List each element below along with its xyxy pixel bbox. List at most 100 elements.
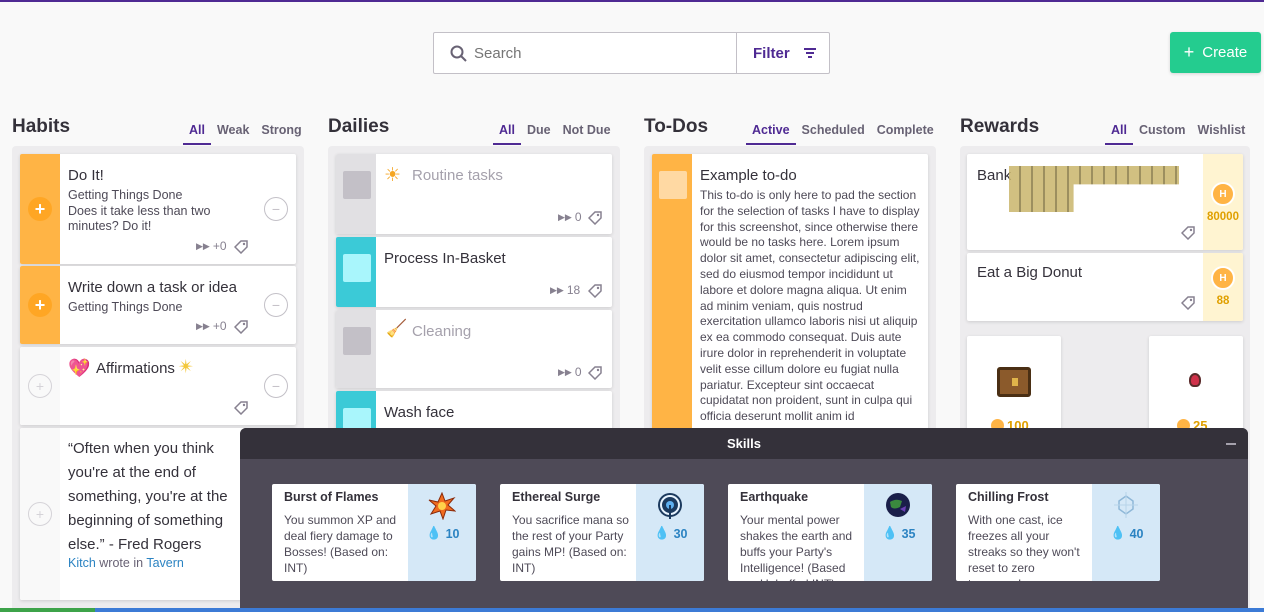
skill-earthquake[interactable]: Earthquake Your mental power shakes the … — [728, 484, 932, 581]
habit-negative-strip: − — [256, 154, 296, 264]
health-potion-icon — [1189, 373, 1201, 387]
skill-ethereal-surge[interactable]: Ethereal Surge You sacrifice mana so the… — [500, 484, 704, 581]
author-link[interactable]: Kitch — [68, 556, 96, 570]
skills-drawer-header[interactable]: Skills — [240, 428, 1248, 459]
tag-icon[interactable] — [588, 211, 602, 225]
habit-do-it[interactable]: + Do It! Getting Things Done Does it tak… — [20, 154, 296, 264]
tag-icon[interactable] — [234, 401, 248, 415]
task-notes: Getting Things Done Does it take less th… — [68, 188, 211, 233]
skill-cast-panel[interactable]: 💧 10 — [408, 484, 476, 581]
tag-icon[interactable] — [234, 240, 248, 254]
minus-button[interactable]: − — [264, 197, 288, 221]
habit-negative-strip: − — [256, 266, 296, 344]
task-title: Eat a Big Donut — [977, 264, 1083, 281]
tab-rewards-all[interactable]: All — [1105, 123, 1133, 145]
tab-habits-strong[interactable]: Strong — [255, 123, 307, 145]
plus-button[interactable]: + — [28, 197, 52, 221]
tavern-link[interactable]: Tavern — [146, 556, 184, 570]
daily-checkbox[interactable] — [343, 171, 371, 199]
filter-button[interactable]: Filter — [736, 32, 830, 74]
tab-rewards-custom[interactable]: Custom — [1133, 123, 1192, 145]
double-chevron-icon: ▶▶ — [558, 366, 572, 377]
habit-counter: ▶▶ +0 — [196, 239, 227, 253]
habit-affirmations[interactable]: + 💖 Affirmations ✴ − — [20, 347, 296, 425]
broom-icon: 🧹 — [386, 319, 408, 338]
reward-buy-button[interactable]: H 80000 — [1203, 154, 1243, 250]
shop-item-chest[interactable]: 100 — [967, 336, 1061, 442]
tab-habits-weak[interactable]: Weak — [211, 123, 255, 145]
shop-item-potion[interactable]: 25 — [1149, 336, 1243, 442]
double-chevron-icon: ▶▶ — [196, 320, 210, 331]
tab-todos-active[interactable]: Active — [746, 123, 796, 145]
plus-button[interactable]: + — [28, 293, 52, 317]
task-title: Bank — [977, 167, 1012, 184]
skill-chilling-frost[interactable]: Chilling Frost With one cast, ice freeze… — [956, 484, 1160, 581]
minimize-icon[interactable] — [1226, 443, 1236, 445]
minus-button[interactable]: − — [264, 374, 288, 398]
tag-icon[interactable] — [1181, 226, 1195, 240]
tag-icon[interactable] — [588, 366, 602, 380]
daily-process-in-basket[interactable]: Process In-Basket ▶▶ 18 — [336, 237, 612, 307]
todo-example[interactable]: Example to-do This to-do is only here to… — [652, 154, 928, 444]
task-title: Do It! — [68, 167, 104, 184]
mana-cost-value: 10 — [445, 526, 460, 541]
mana-drop-icon: 💧 — [1110, 526, 1126, 540]
tag-icon[interactable] — [588, 284, 602, 298]
mana-cost-value: 35 — [901, 526, 916, 541]
daily-cleaning[interactable]: 🧹 Cleaning ▶▶ 0 — [336, 310, 612, 388]
skill-cast-panel[interactable]: 💧 35 — [864, 484, 932, 581]
habit-positive-strip: + — [20, 266, 60, 344]
filter-label: Filter — [753, 44, 790, 62]
tab-dailies-due[interactable]: Due — [521, 123, 557, 145]
gold-coin-icon: H — [1211, 182, 1235, 206]
heart-icon: 💖 — [68, 358, 91, 378]
mana-cost: 💧 30 — [654, 526, 687, 541]
tab-todos-complete[interactable]: Complete — [871, 123, 940, 145]
rewards-header: Rewards All Custom Wishlist — [960, 116, 1250, 146]
search-icon — [450, 45, 467, 62]
daily-status-strip — [336, 310, 376, 388]
task-title: Affirmations — [96, 360, 175, 377]
skill-burst-of-flames[interactable]: Burst of Flames You summon XP and deal f… — [272, 484, 476, 581]
sun-icon: ☀ — [384, 165, 402, 186]
mana-drop-icon: 💧 — [882, 526, 898, 540]
tab-rewards-wishlist[interactable]: Wishlist — [1192, 123, 1252, 145]
habit-positive-strip: + — [20, 428, 60, 600]
daily-checkbox[interactable] — [343, 327, 371, 355]
habit-counter: ▶▶ +0 — [196, 319, 227, 333]
search-box[interactable] — [433, 32, 737, 74]
minus-button[interactable]: − — [264, 293, 288, 317]
ethereal-surge-icon — [658, 493, 682, 519]
skill-cast-panel[interactable]: 💧 30 — [636, 484, 704, 581]
counter-value: +0 — [212, 239, 227, 253]
rewards-title: Rewards — [960, 116, 1040, 137]
reward-donut[interactable]: Eat a Big Donut H 88 — [967, 253, 1243, 321]
task-title: Write down a task or idea — [68, 279, 237, 296]
tab-habits-all[interactable]: All — [183, 123, 211, 145]
task-title: Routine tasks — [412, 167, 503, 184]
plus-icon: + — [1183, 42, 1195, 62]
habit-write-down[interactable]: + Write down a task or idea Getting Thin… — [20, 266, 296, 344]
daily-routine-tasks[interactable]: ☀ Routine tasks ▶▶ 0 — [336, 154, 612, 234]
fire-burst-icon — [428, 492, 456, 520]
treasure-chest-icon — [997, 367, 1031, 397]
reward-buy-button[interactable]: H 88 — [1203, 253, 1243, 321]
create-button[interactable]: + Create — [1170, 32, 1261, 73]
task-notes: This to-do is only here to pad the secti… — [700, 188, 920, 424]
tab-dailies-all[interactable]: All — [493, 123, 521, 145]
plus-button[interactable]: + — [28, 374, 52, 398]
todo-checkbox[interactable] — [659, 171, 687, 199]
plus-button[interactable]: + — [28, 502, 52, 526]
search-input[interactable] — [474, 43, 714, 63]
reward-bank[interactable]: Bank H 80000 — [967, 154, 1243, 250]
tag-icon[interactable] — [234, 320, 248, 334]
skill-cast-panel[interactable]: 💧 40 — [1092, 484, 1160, 581]
streak-value: 18 — [566, 283, 581, 297]
tag-icon[interactable] — [1181, 296, 1195, 310]
daily-checkbox[interactable] — [343, 254, 371, 282]
tab-dailies-not-due[interactable]: Not Due — [557, 123, 617, 145]
double-chevron-icon: ▶▶ — [196, 240, 210, 251]
create-label: Create — [1202, 44, 1248, 61]
tab-todos-scheduled[interactable]: Scheduled — [796, 123, 871, 145]
mana-drop-icon: 💧 — [654, 526, 670, 540]
